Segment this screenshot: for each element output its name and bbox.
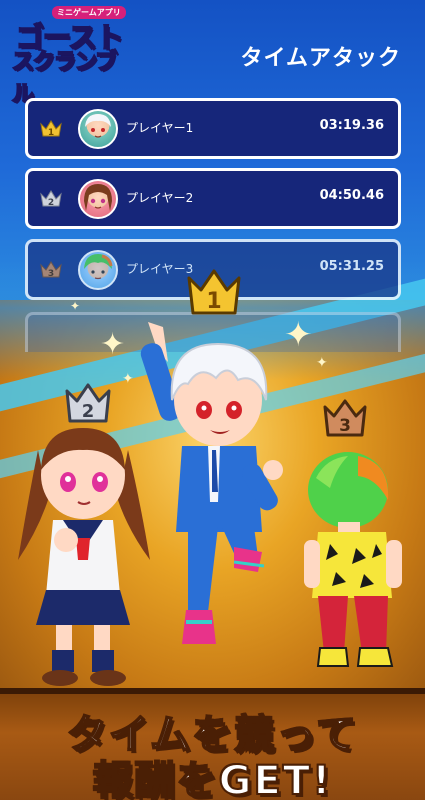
player-name: プレイヤー2 [126, 191, 194, 205]
player-face-icon [85, 114, 111, 138]
mode-title: タイムアタック [240, 46, 401, 71]
gold-crown-icon: 1 [40, 120, 62, 137]
avatar [78, 179, 118, 219]
second-place-crown-icon: 2 [65, 383, 111, 423]
podium-rank-number: 1 [206, 289, 221, 314]
first-place-crown-icon: 1 [187, 269, 241, 315]
player-face-icon [84, 184, 112, 211]
ranking-row-2[interactable]: 2 プレイヤー2 04:50.46 [25, 168, 401, 229]
bronze-crown-icon: 3 [40, 261, 62, 278]
character-girl-illustration [18, 428, 150, 686]
player-time: 05:31.25 [319, 259, 384, 274]
avatar [78, 109, 118, 149]
sparkle-icon: ✦ [284, 315, 313, 355]
podium-rank-number: 2 [82, 401, 95, 422]
game-logo: ミニゲームアプリ ゴースト スクランブル [11, 6, 132, 108]
third-place-crown-icon: 3 [323, 399, 367, 437]
podium-rank-number: 3 [339, 416, 351, 436]
crown-rank-number: 3 [48, 269, 54, 278]
player-time: 04:50.46 [319, 188, 384, 203]
promo-caption-line2: 報酬をGET! [92, 757, 333, 800]
sparkle-icon: ✦ [316, 355, 328, 371]
player-name: プレイヤー3 [126, 262, 194, 276]
avatar [78, 250, 118, 290]
crown-rank-number: 2 [48, 198, 54, 207]
character-boy-illustration [140, 322, 283, 644]
sparkle-icon: ✦ [100, 327, 126, 362]
character-green-hair-illustration [304, 452, 402, 667]
player-face-icon [84, 254, 113, 280]
player-time: 03:19.36 [319, 118, 384, 133]
player-name: プレイヤー1 [126, 121, 194, 135]
sparkle-icon: ✦ [122, 371, 134, 387]
crown-rank-number: 1 [48, 128, 54, 137]
silver-crown-icon: 2 [40, 190, 62, 207]
ranking-row-1[interactable]: 1 プレイヤー1 03:19.36 [25, 98, 401, 159]
sparkle-icon: ✦ [70, 299, 81, 313]
